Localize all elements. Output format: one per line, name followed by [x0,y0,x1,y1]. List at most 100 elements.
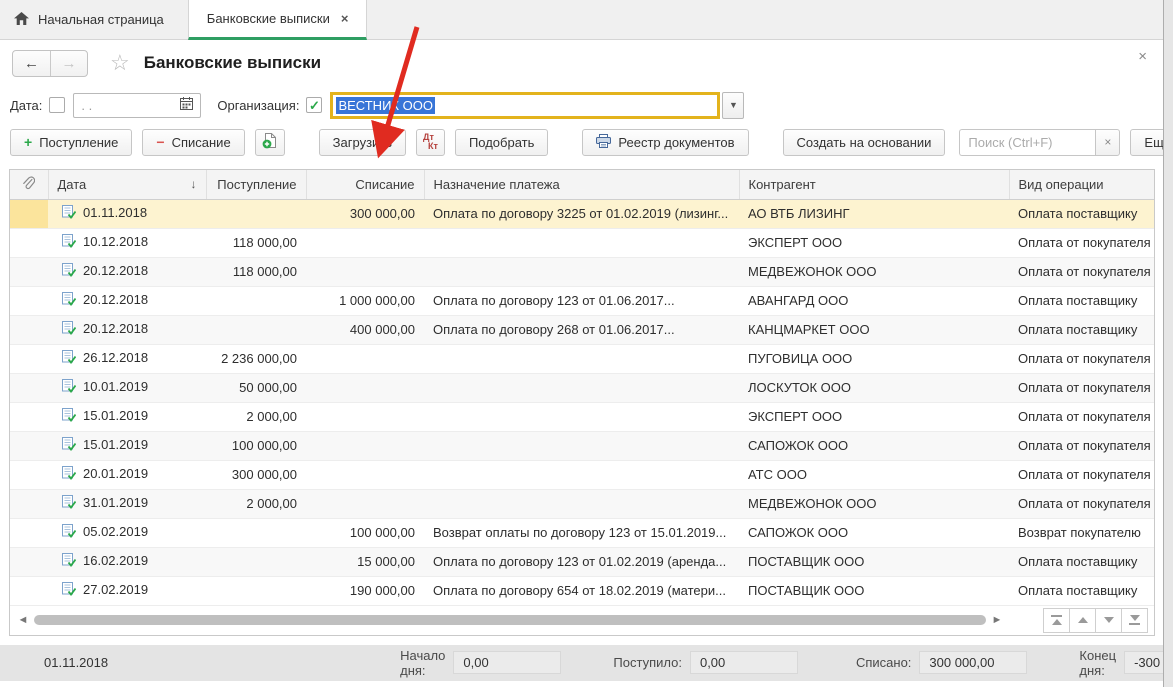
table-row[interactable]: 27.02.2019 190 000,00 Оплата по договору… [10,576,1154,605]
cell-counterparty: МЕДВЕЖОНОК ООО [739,257,1009,286]
cell-date: 20.12.2018 [83,321,148,336]
table-row[interactable]: 20.12.2018 118 000,00 МЕДВЕЖОНОК ООО Опл… [10,257,1154,286]
forward-button[interactable]: → [50,51,87,76]
search-input[interactable] [959,129,1095,156]
scroll-left-icon[interactable]: ◄ [16,614,30,626]
go-last-row-button[interactable] [1121,608,1148,633]
table-row[interactable]: 15.01.2019 2 000,00 ЭКСПЕРТ ООО Оплата о… [10,402,1154,431]
cell-date: 15.01.2019 [83,437,148,452]
table-row[interactable]: 15.01.2019 100 000,00 САПОЖОК ООО Оплата… [10,431,1154,460]
posted-document-icon [62,582,76,599]
tab-close-icon[interactable]: × [341,11,349,26]
cell-date: 20.12.2018 [83,292,148,307]
posted-document-icon [62,495,76,512]
cell-payment-purpose: Оплата по договору 654 от 18.02.2019 (ма… [424,576,739,605]
cell-operation-type: Оплата от покупателя [1009,431,1154,460]
table-row[interactable]: 20.01.2019 300 000,00 АТС ООО Оплата от … [10,460,1154,489]
cell-counterparty: АВАНГАРД ООО [739,286,1009,315]
posted-document-icon [62,321,76,338]
search-clear-button[interactable]: × [1095,129,1120,156]
load-button[interactable]: Загрузить [319,129,406,156]
cell-counterparty: ЭКСПЕРТ ООО [739,402,1009,431]
cell-operation-type: Оплата от покупателя [1009,257,1154,286]
check-icon: ✓ [309,99,320,112]
cell-writeoff: 190 000,00 [306,576,424,605]
organization-filter-label: Организация: [217,98,299,113]
chevron-down-icon: ▼ [729,100,738,110]
cell-writeoff [306,402,424,431]
cell-receipt: 300 000,00 [206,460,306,489]
tab-bank-statements[interactable]: Банковские выписки × [188,0,368,40]
favorite-star-icon[interactable]: ☆ [110,52,130,74]
table-row[interactable]: 26.12.2018 2 236 000,00 ПУГОВИЦА ООО Опл… [10,344,1154,373]
posted-document-icon [62,466,76,483]
table-row[interactable]: 10.01.2019 50 000,00 ЛОСКУТОК ООО Оплата… [10,373,1154,402]
calendar-icon[interactable] [180,97,193,113]
next-row-button[interactable] [1095,608,1122,633]
postings-dtkt-button[interactable]: ДтКт [416,129,445,156]
new-document-button[interactable] [255,129,285,156]
table-row[interactable]: 20.12.2018 400 000,00 Оплата по договору… [10,315,1154,344]
paperclip-icon [22,178,35,193]
cell-payment-purpose: Оплата по договору 123 от 01.06.2017... [424,286,739,315]
document-register-button-label: Реестр документов [618,135,734,150]
column-operation-type[interactable]: Вид операции [1009,170,1154,199]
cell-writeoff [306,228,424,257]
pick-button-label: Подобрать [469,135,534,150]
organization-dropdown-button[interactable]: ▼ [722,92,744,119]
previous-row-button[interactable] [1069,608,1096,633]
column-attachment[interactable] [10,170,48,199]
create-based-on-button[interactable]: Создать на основании [783,129,946,156]
cell-receipt [206,199,306,228]
tab-home-page[interactable]: Начальная страница [0,0,182,39]
cell-counterparty: ПУГОВИЦА ООО [739,344,1009,373]
organization-filter-checkbox[interactable]: ✓ [306,97,322,113]
row-navigation-buttons [1044,608,1148,633]
day-end-group: Конец дня: -300 000,00 [1079,648,1164,678]
table-body: 01.11.2018 300 000,00 Оплата по договору… [10,199,1154,605]
cell-counterparty: ЭКСПЕРТ ООО [739,228,1009,257]
back-button[interactable]: ← [13,51,50,76]
organization-input[interactable]: ВЕСТНИК ООО [330,92,720,119]
cell-writeoff [306,460,424,489]
table-row[interactable]: 05.02.2019 100 000,00 Возврат оплаты по … [10,518,1154,547]
cell-operation-type: Оплата от покупателя [1009,402,1154,431]
table-row[interactable]: 16.02.2019 15 000,00 Оплата по договору … [10,547,1154,576]
tab-bank-statements-label: Банковские выписки [207,11,330,26]
column-date[interactable]: Дата↓ [48,170,206,199]
writeoff-button[interactable]: − Списание [142,129,244,156]
column-receipt[interactable]: Поступление [206,170,306,199]
go-first-row-button[interactable] [1043,608,1070,633]
cell-writeoff: 300 000,00 [306,199,424,228]
column-payment-purpose[interactable]: Назначение платежа [424,170,739,199]
cell-date: 27.02.2019 [83,582,148,597]
table-row[interactable]: 31.01.2019 2 000,00 МЕДВЕЖОНОК ООО Оплат… [10,489,1154,518]
date-filter-checkbox[interactable] [49,97,65,113]
cell-payment-purpose: Возврат оплаты по договору 123 от 15.01.… [424,518,739,547]
receipt-button[interactable]: + Поступление [10,129,132,156]
posted-document-icon [62,292,76,309]
more-button[interactable]: Еще ▼ [1130,129,1164,156]
scrollbar-thumb[interactable] [34,615,986,625]
cell-payment-purpose [424,257,739,286]
cell-receipt: 2 000,00 [206,489,306,518]
column-writeoff[interactable]: Списание [306,170,424,199]
cell-payment-purpose [424,373,739,402]
cell-payment-purpose: Оплата по договору 123 от 01.02.2019 (ар… [424,547,739,576]
new-document-icon [262,133,278,152]
column-counterparty[interactable]: Контрагент [739,170,1009,199]
date-filter-input[interactable]: . . [73,93,201,118]
scroll-right-icon[interactable]: ► [990,614,1004,626]
received-value: 0,00 [690,651,798,674]
cell-operation-type: Оплата от покупателя [1009,344,1154,373]
table-row[interactable]: 10.12.2018 118 000,00 ЭКСПЕРТ ООО Оплата… [10,228,1154,257]
document-register-button[interactable]: Реестр документов [582,129,748,156]
cell-operation-type: Оплата поставщику [1009,199,1154,228]
table-header-row: Дата↓ Поступление Списание Назначение пл… [10,170,1154,199]
cell-receipt [206,286,306,315]
pick-button[interactable]: Подобрать [455,129,548,156]
form-close-icon[interactable]: × [1138,48,1147,65]
table-row[interactable]: 20.12.2018 1 000 000,00 Оплата по догово… [10,286,1154,315]
close-icon: × [1104,135,1111,149]
table-row[interactable]: 01.11.2018 300 000,00 Оплата по договору… [10,199,1154,228]
